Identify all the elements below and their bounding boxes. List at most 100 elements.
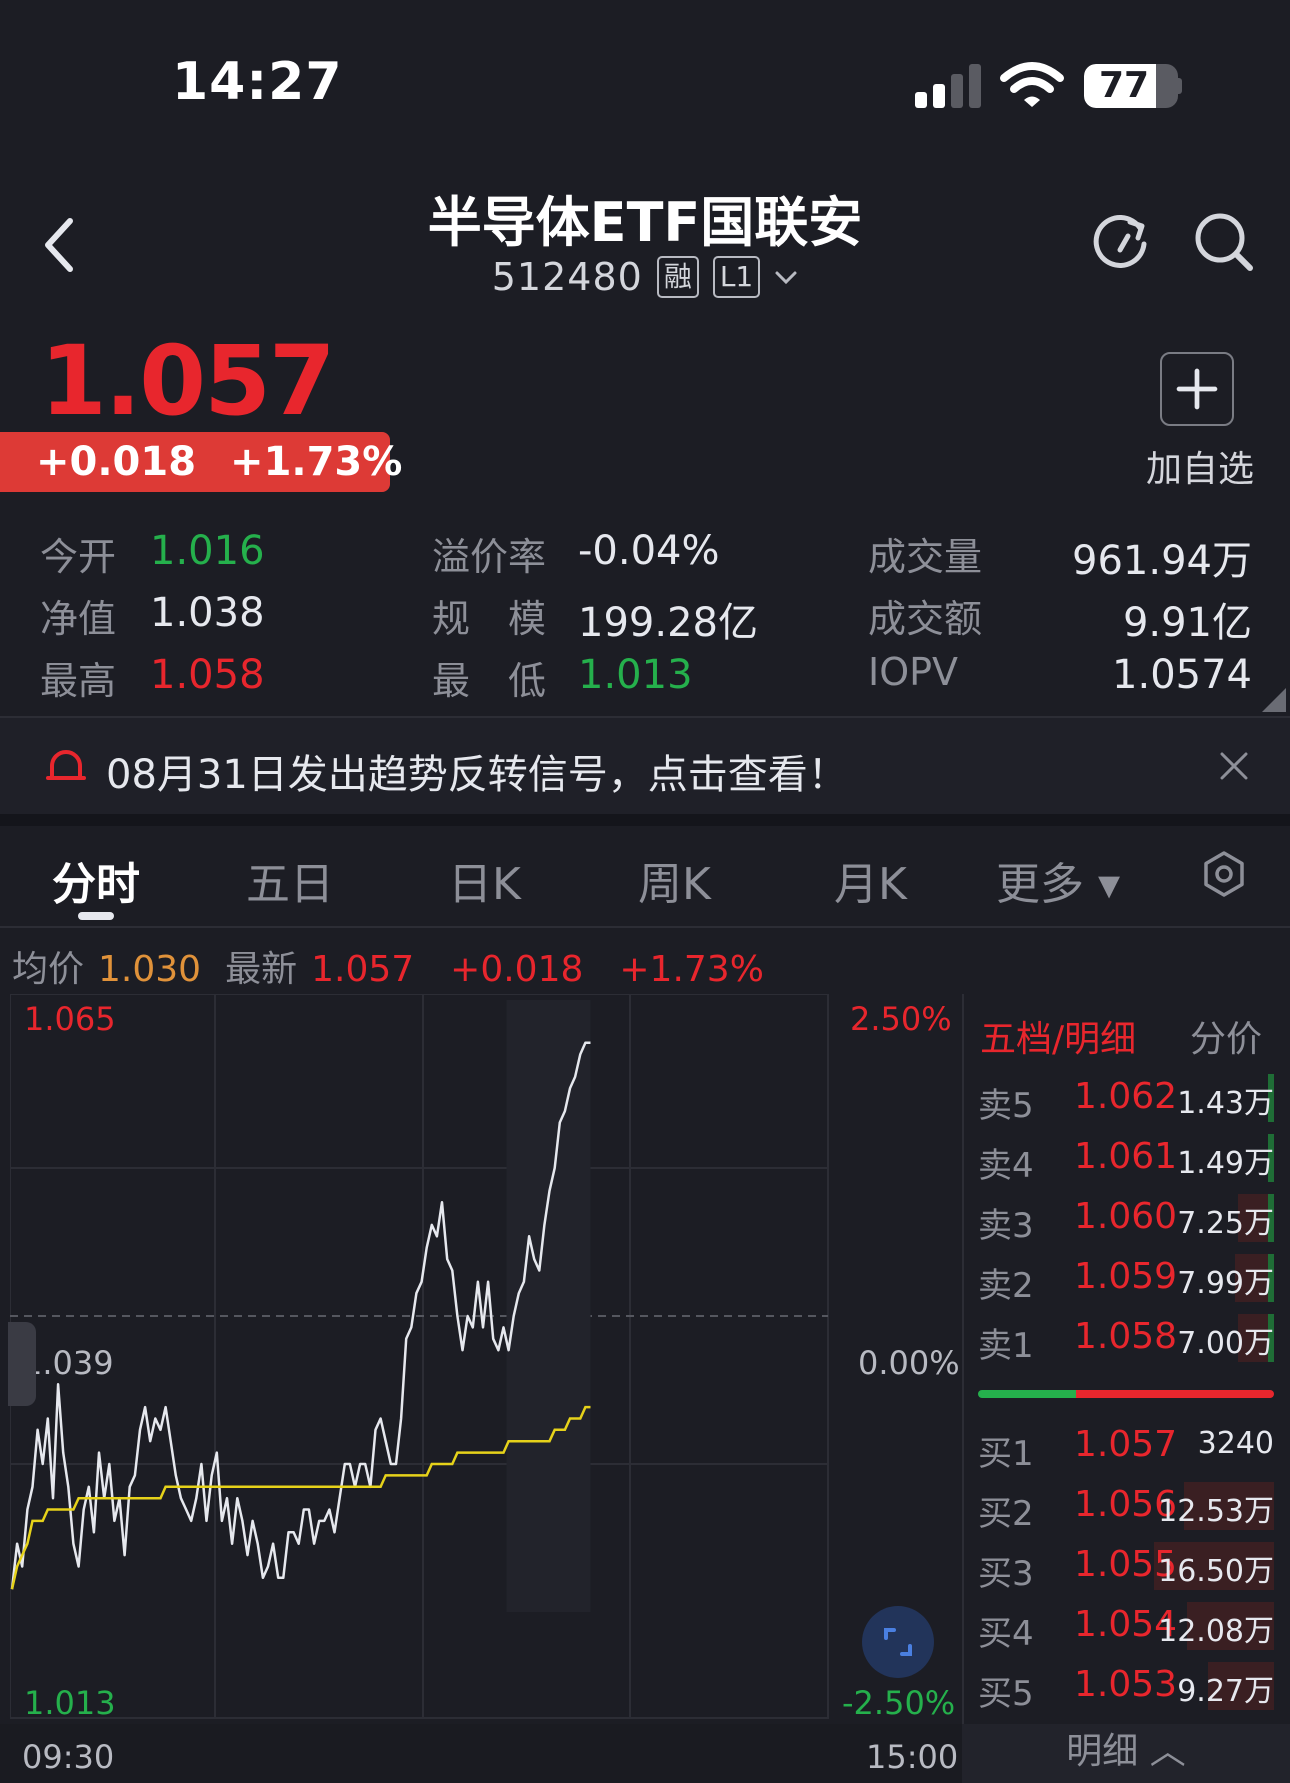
- stat-value: 1.016: [150, 528, 265, 574]
- buy-order-row[interactable]: 买4 1.054 12.08万: [978, 1598, 1274, 1658]
- tab-active-indicator: [78, 912, 114, 920]
- stat-label: 成交量: [868, 535, 983, 579]
- chart-highlight-area: [506, 1000, 591, 1612]
- stat-label: 成交额: [868, 597, 983, 641]
- latest-change: +0.018: [450, 949, 584, 990]
- order-price: 1.062: [1074, 1076, 1178, 1117]
- tab-five-day[interactable]: 五日: [246, 848, 334, 912]
- order-price: 1.060: [1074, 1196, 1178, 1237]
- stat-value: 1.013: [578, 652, 693, 698]
- fullscreen-button[interactable]: [862, 1606, 934, 1678]
- order-price: 1.058: [1074, 1316, 1178, 1357]
- search-icon[interactable]: [1192, 210, 1254, 272]
- order-volume: 16.50万: [1158, 1554, 1274, 1589]
- order-level-label: 买4: [978, 1614, 1034, 1654]
- buy-order-row[interactable]: 买5 1.053 9.27万: [978, 1658, 1274, 1718]
- sell-order-row[interactable]: 卖1 1.058 7.00万: [978, 1310, 1274, 1370]
- chart-quote-line: 均价 1.030 最新 1.057 +0.018 +1.73%: [12, 940, 764, 992]
- buy-order-row[interactable]: 买3 1.055 16.50万: [978, 1538, 1274, 1598]
- battery-level: 77: [1098, 65, 1150, 106]
- order-volume: 12.53万: [1158, 1494, 1274, 1529]
- stat-label: 规 模: [432, 597, 547, 641]
- stat-value: 9.91亿: [1122, 600, 1252, 646]
- chart-background: [10, 994, 958, 1724]
- change-badge: +0.018 +1.73%: [0, 432, 402, 492]
- intraday-chart[interactable]: [10, 994, 958, 1724]
- price-change: +0.018: [36, 439, 197, 485]
- chevron-down-icon[interactable]: [774, 265, 798, 289]
- add-watchlist-button[interactable]: [1160, 352, 1234, 426]
- expand-corner-icon[interactable]: [1262, 688, 1286, 712]
- order-volume: 12.08万: [1158, 1614, 1274, 1649]
- y-axis-min-pct: -2.50%: [842, 1684, 956, 1722]
- tab-order-book[interactable]: 五档/明细: [980, 1010, 1136, 1062]
- order-level-label: 卖3: [978, 1206, 1034, 1246]
- stat-value: 199.28亿: [578, 600, 758, 646]
- chart-tabs: 分时 五日 日K 周K 月K 更多 ▾: [0, 826, 1290, 926]
- avg-label: 均价: [12, 949, 85, 990]
- refresh-icon[interactable]: [1090, 210, 1152, 272]
- order-volume: 9.27万: [1177, 1674, 1274, 1709]
- y-axis-max-price: 1.065: [24, 1000, 116, 1038]
- sell-order-row[interactable]: 卖2 1.059 7.99万: [978, 1250, 1274, 1310]
- price-change-pct: +1.73%: [230, 439, 403, 485]
- tab-intraday[interactable]: 分时: [52, 848, 140, 912]
- tab-more[interactable]: 更多 ▾: [996, 848, 1120, 912]
- stat-value: 961.94万: [1072, 538, 1252, 584]
- order-price: 1.061: [1074, 1136, 1178, 1177]
- order-price: 1.059: [1074, 1256, 1178, 1297]
- stat-value: 1.058: [150, 652, 265, 698]
- order-level-label: 卖4: [978, 1146, 1034, 1186]
- tab-daily-k[interactable]: 日K: [448, 848, 521, 912]
- wifi-icon: [1000, 62, 1064, 107]
- tab-weekly-k[interactable]: 周K: [638, 848, 711, 912]
- time-axis-start: 09:30: [22, 1738, 115, 1776]
- latest-change-pct: +1.73%: [619, 949, 764, 990]
- stat-label: 今开: [40, 535, 117, 579]
- order-volume: 1.43万: [1177, 1086, 1274, 1121]
- stat-value: 1.038: [150, 590, 265, 636]
- stat-label: 净值: [40, 597, 117, 641]
- order-level-label: 买1: [978, 1434, 1034, 1474]
- add-watchlist-label[interactable]: 加自选: [1140, 440, 1260, 492]
- latest-label: 最新: [225, 949, 298, 990]
- tab-monthly-k[interactable]: 月K: [834, 848, 907, 912]
- order-volume: 7.99万: [1177, 1266, 1274, 1301]
- y-axis-min-price: 1.013: [24, 1684, 116, 1722]
- stat-label: IOPV: [868, 650, 959, 694]
- y-axis-zero-pct: 0.00%: [858, 1344, 960, 1382]
- order-level-label: 买5: [978, 1674, 1034, 1714]
- divider: [0, 926, 1290, 928]
- notice-text[interactable]: 08月31日发出趋势反转信号，点击查看！: [106, 742, 848, 800]
- section-gap: [0, 814, 1290, 826]
- margin-tag: 融: [656, 256, 699, 298]
- status-time: 14:27: [172, 52, 343, 112]
- sell-order-row[interactable]: 卖4 1.061 1.49万: [978, 1130, 1274, 1190]
- order-volume: 1.49万: [1177, 1146, 1274, 1181]
- order-price: 1.057: [1074, 1424, 1178, 1465]
- y-axis-max-pct: 2.50%: [850, 1000, 952, 1038]
- order-level-label: 买3: [978, 1554, 1034, 1594]
- order-level-label: 卖5: [978, 1086, 1034, 1126]
- battery-tip: [1176, 78, 1182, 94]
- time-axis-end: 15:00: [866, 1738, 959, 1776]
- detail-toggle-button[interactable]: 明细 ︿: [962, 1724, 1290, 1783]
- settings-hexagon-icon[interactable]: [1200, 850, 1248, 898]
- security-code: 512480: [491, 255, 643, 299]
- side-drawer-handle[interactable]: [8, 1322, 36, 1406]
- stat-label: 溢价率: [432, 535, 547, 579]
- order-level-label: 卖2: [978, 1266, 1034, 1306]
- order-level-label: 买2: [978, 1494, 1034, 1534]
- buy-sell-ratio-bar: [978, 1390, 1274, 1398]
- sell-order-row[interactable]: 卖3 1.060 7.25万: [978, 1190, 1274, 1250]
- stat-label: 最高: [40, 659, 117, 703]
- order-level-label: 卖1: [978, 1326, 1034, 1366]
- close-icon[interactable]: [1218, 750, 1250, 782]
- stat-value: 1.0574: [1112, 652, 1252, 698]
- order-volume: 3240: [1197, 1426, 1274, 1461]
- time-axis: [0, 1724, 962, 1783]
- buy-order-row[interactable]: 买1 1.057 3240: [978, 1418, 1274, 1478]
- sell-order-row[interactable]: 卖5 1.062 1.43万: [978, 1070, 1274, 1130]
- tab-price-distribution[interactable]: 分价: [1190, 1010, 1262, 1062]
- buy-order-row[interactable]: 买2 1.056 12.53万: [978, 1478, 1274, 1538]
